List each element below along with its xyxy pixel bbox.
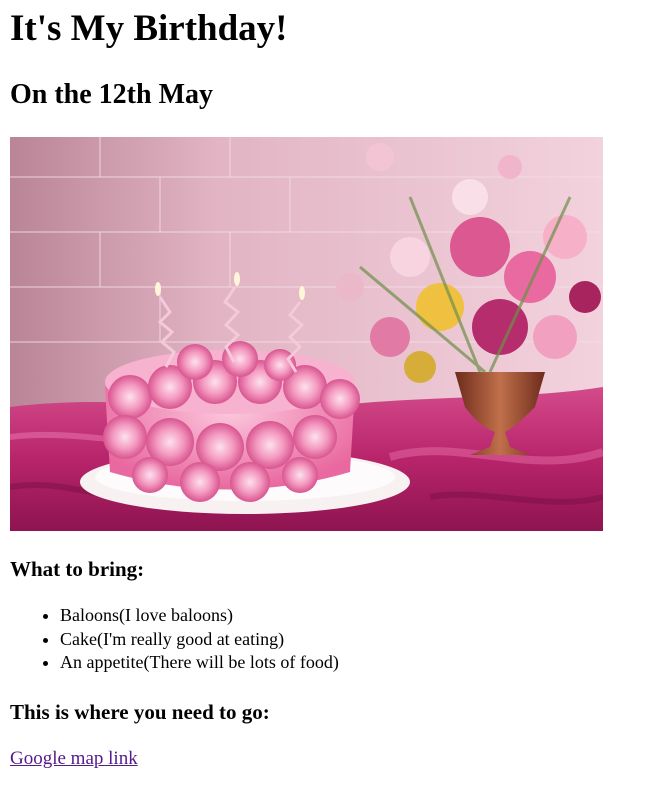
page-subtitle: On the 12th May [10,79,213,110]
google-map-link[interactable]: Google map link [10,747,138,771]
list-item: Baloons(I love baloons) [60,604,339,628]
bring-list: Baloons(I love baloons) Cake(I'm really … [0,604,339,675]
page-title: It's My Birthday! [10,8,288,49]
what-to-bring-heading: What to bring: [10,557,145,581]
location-heading: This is where you need to go: [10,700,270,724]
birthday-cake-image [10,137,603,531]
list-item: Cake(I'm really good at eating) [60,628,339,652]
list-item: An appetite(There will be lots of food) [60,651,339,675]
